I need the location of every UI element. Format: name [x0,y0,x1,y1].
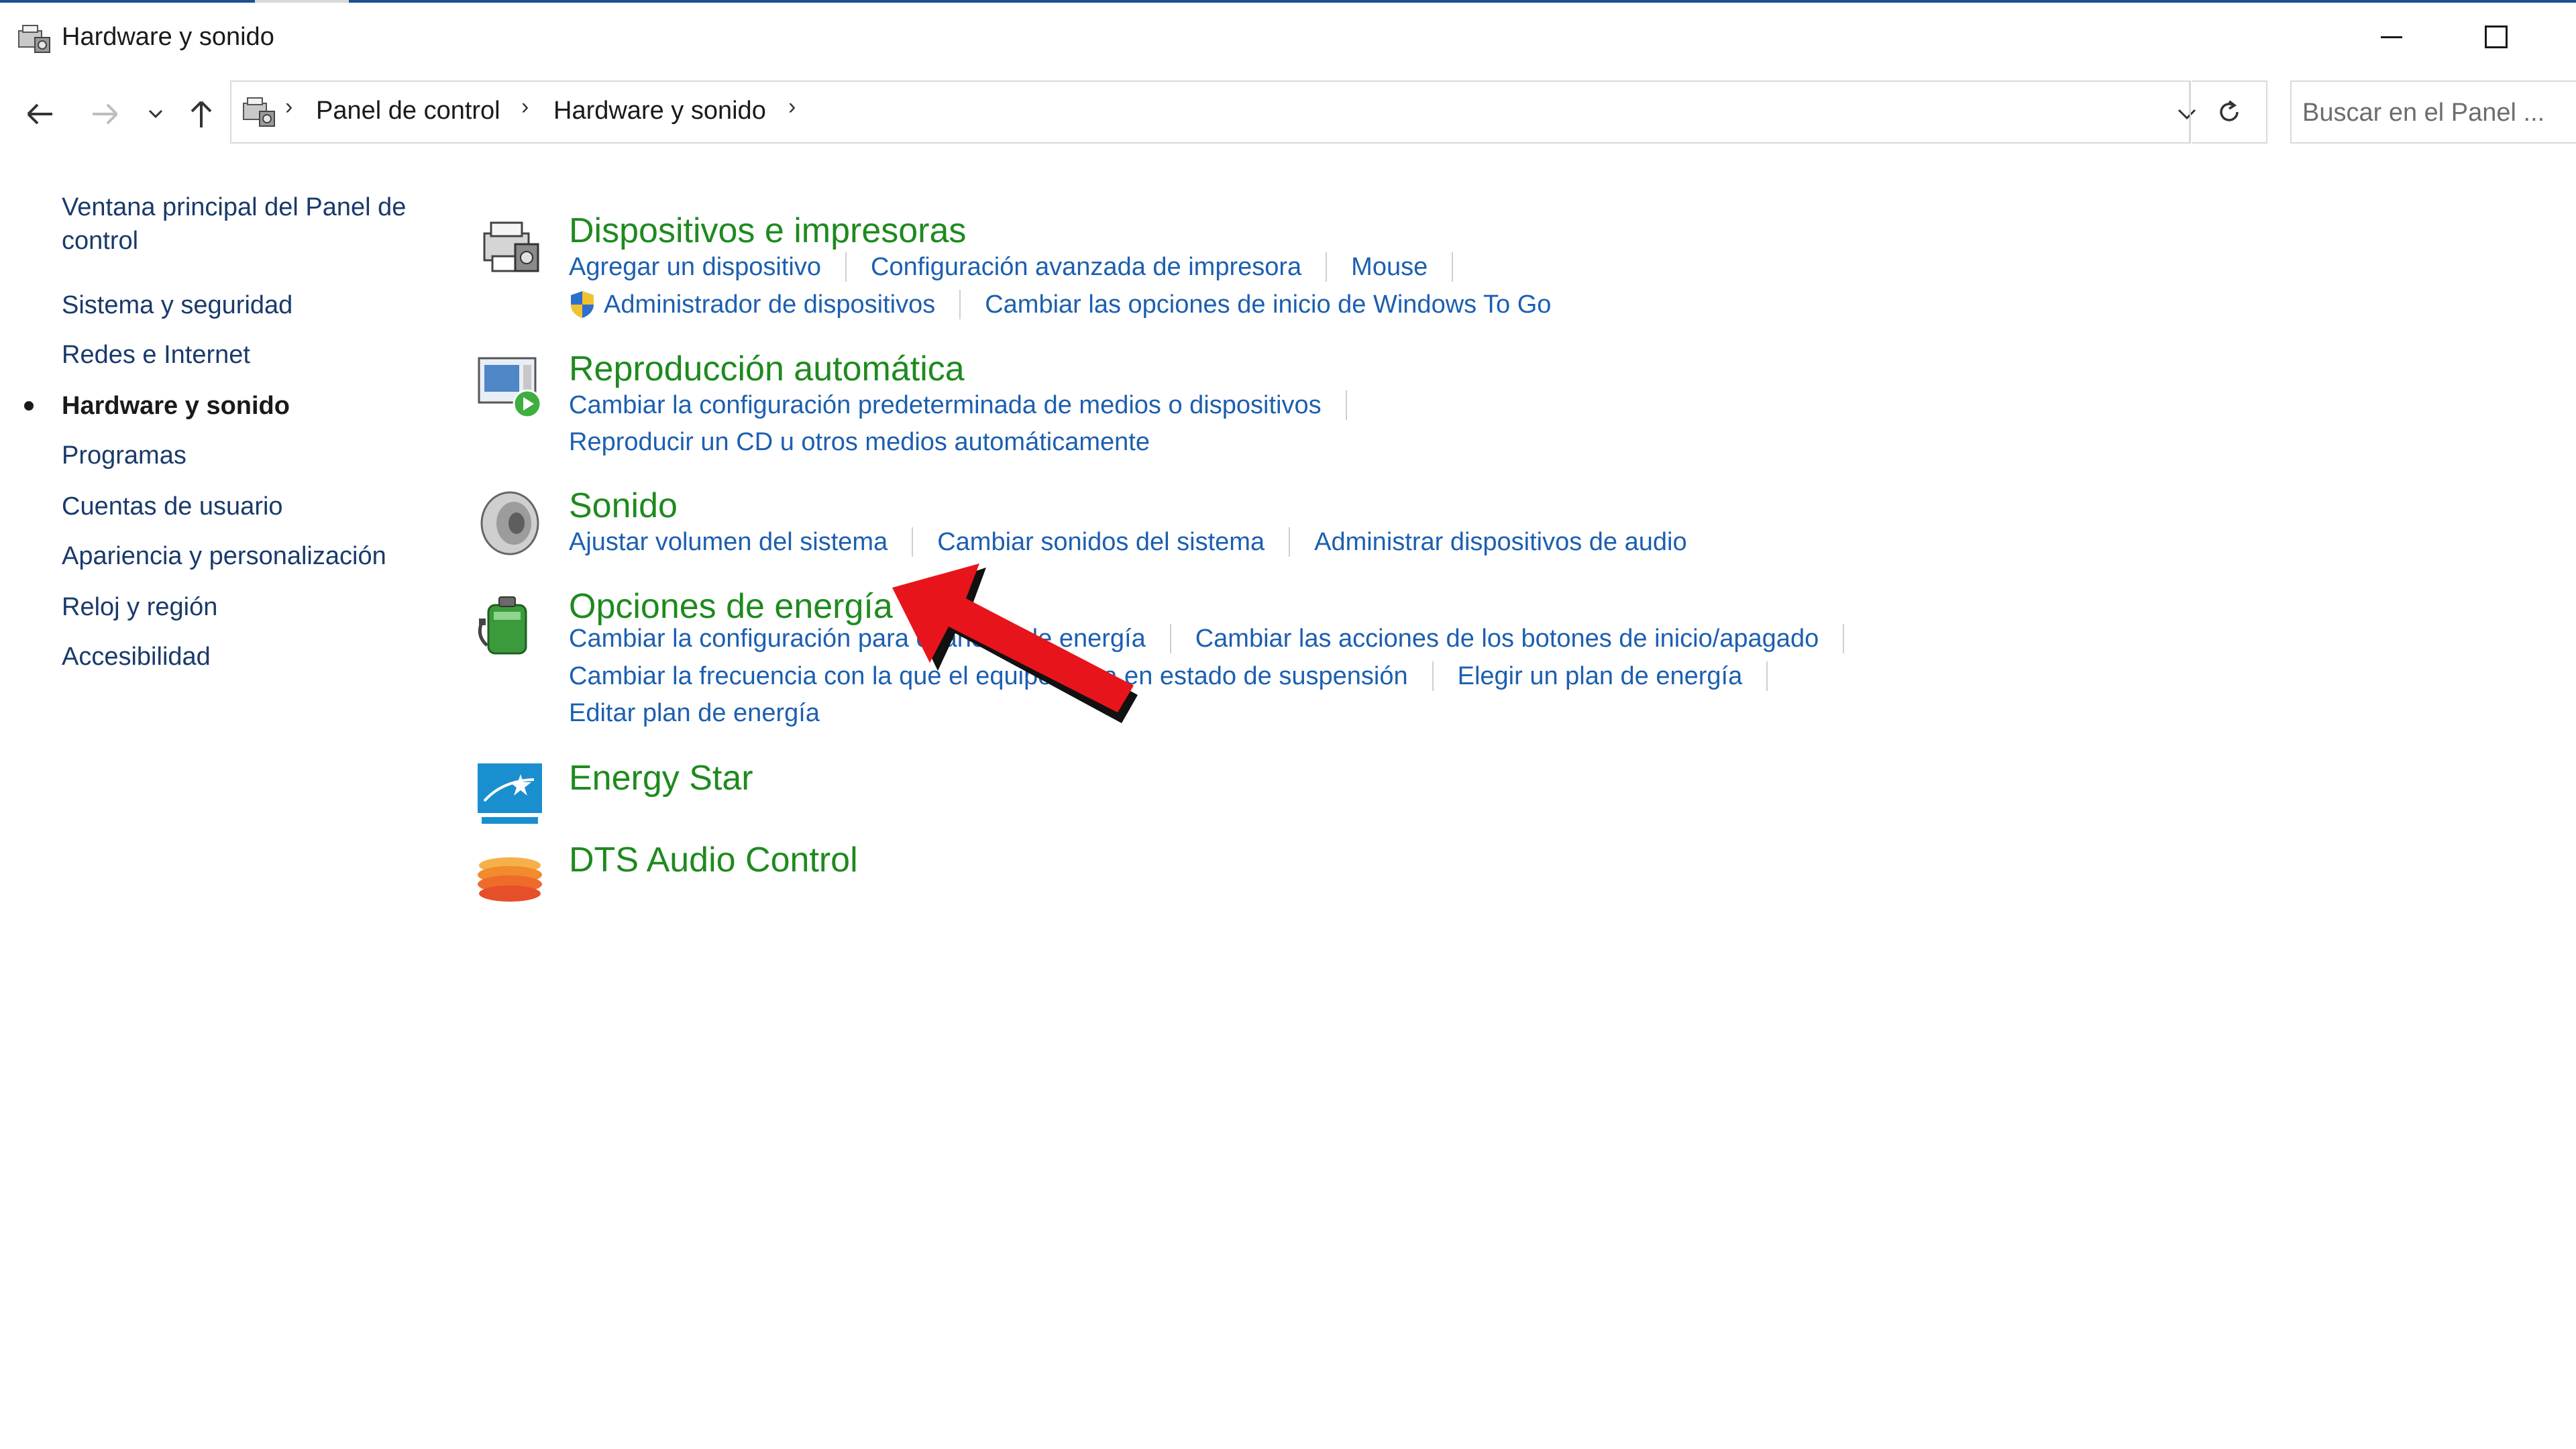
links-row: Administrador de dispositivos Cambiar la… [569,290,1551,319]
link-mouse[interactable]: Mouse [1351,253,1428,282]
refresh-icon [2220,100,2239,121]
arrow-right-icon [93,103,118,125]
control-panel-icon [18,25,50,53]
link-play-cd-automatically[interactable]: Reproducir un CD u otros medios automáti… [569,428,1150,457]
speaker-icon [480,491,539,555]
breadcrumb-control-panel[interactable]: Panel de control [316,97,500,125]
energy-star-icon [478,763,542,828]
maximize-button[interactable] [2475,19,2516,59]
title-bar: Hardware y sonido [0,3,2576,70]
link-separator [959,290,961,319]
link-choose-power-plan[interactable]: Elegir un plan de energía [1458,662,1743,691]
address-divider [2190,80,2191,144]
link-power-button-actions[interactable]: Cambiar las acciones de los botones de i… [1195,625,1819,653]
printer-icon [483,221,539,272]
link-separator [1843,624,1845,653]
links-row: Cambiar la frecuencia con la que el equi… [569,661,1792,691]
dts-audio-icon [478,857,542,902]
links-row: Agregar un dispositivo Configuración ava… [569,252,1477,282]
control-panel-icon [243,97,275,127]
recent-locations-button[interactable] [137,94,174,134]
links-row: Ajustar volumen del sistema Cambiar soni… [569,527,1687,557]
chevron-down-icon [148,109,163,119]
annotation-arrow-icon [892,564,1138,723]
sidebar-item-user-accounts[interactable]: Cuentas de usuario [62,490,283,523]
link-separator [1766,661,1768,691]
active-bullet-icon [24,401,34,411]
search-input[interactable] [2301,95,2576,130]
category-title[interactable]: Opciones de energía [569,586,893,627]
link-add-device[interactable]: Agregar un dispositivo [569,253,821,282]
link-windows-to-go[interactable]: Cambiar las opciones de inicio de Window… [985,290,1551,319]
category-title[interactable]: Dispositivos e impresoras [569,211,966,251]
links-row: Cambiar la configuración para el ahorro … [569,624,1868,653]
category-title[interactable]: Reproducción automática [569,349,965,389]
refresh-button[interactable] [2192,80,2267,144]
window-title: Hardware y sonido [62,23,274,51]
breadcrumb-hardware-sound[interactable]: Hardware y sonido [553,97,766,125]
link-separator [1452,252,1454,282]
link-manage-audio-devices[interactable]: Administrar dispositivos de audio [1314,528,1687,557]
link-change-system-sounds[interactable]: Cambiar sonidos del sistema [937,528,1265,557]
link-advanced-printer-setup[interactable]: Configuración avanzada de impresora [871,253,1301,282]
chevron-right-icon[interactable]: › [285,94,292,120]
sidebar-item-programs[interactable]: Programas [62,439,186,472]
link-separator [845,252,847,282]
link-adjust-volume[interactable]: Ajustar volumen del sistema [569,528,888,557]
link-device-manager[interactable]: Administrador de dispositivos [604,290,935,319]
sidebar-item-clock-region[interactable]: Reloj y región [62,590,217,624]
search-box[interactable] [2290,80,2576,144]
arrow-up-icon [191,101,212,127]
chevron-right-icon[interactable]: › [521,94,529,120]
links-row: Editar plan de energía [569,699,820,728]
battery-icon [478,596,527,655]
category-title[interactable]: DTS Audio Control [569,840,858,880]
uac-shield-icon [571,291,594,318]
forward-button[interactable] [85,94,125,134]
sidebar-item-control-panel-home[interactable]: Ventana principal del Panel de control [62,191,437,258]
arrow-left-icon [27,103,52,125]
address-bar[interactable]: › Panel de control › Hardware y sonido › [230,80,2190,144]
sidebar-item-system-security[interactable]: Sistema y seguridad [62,288,292,322]
link-separator [1326,252,1328,282]
link-separator [1289,527,1291,557]
back-button[interactable] [20,94,60,134]
links-row: Reproducir un CD u otros medios automáti… [569,428,1150,457]
link-separator [1432,661,1434,691]
link-edit-power-plan[interactable]: Editar plan de energía [569,699,820,728]
sidebar-item-network-internet[interactable]: Redes e Internet [62,338,250,372]
autoplay-icon [478,357,542,419]
sidebar-item-accessibility[interactable]: Accesibilidad [62,640,211,674]
link-separator [1345,390,1347,420]
link-change-default-media[interactable]: Cambiar la configuración predeterminada … [569,391,1322,420]
minimize-button[interactable] [2371,19,2411,59]
chevron-right-icon[interactable]: › [788,94,796,120]
category-title[interactable]: Sonido [569,486,678,526]
links-row: Cambiar la configuración predeterminada … [569,390,1371,420]
up-button[interactable] [181,94,221,134]
category-title[interactable]: Energy Star [569,758,753,798]
sidebar-item-appearance[interactable]: Apariencia y personalización [62,539,386,573]
link-separator [1169,624,1171,653]
sidebar-item-hardware-sound[interactable]: Hardware y sonido [62,389,290,423]
link-separator [912,527,914,557]
